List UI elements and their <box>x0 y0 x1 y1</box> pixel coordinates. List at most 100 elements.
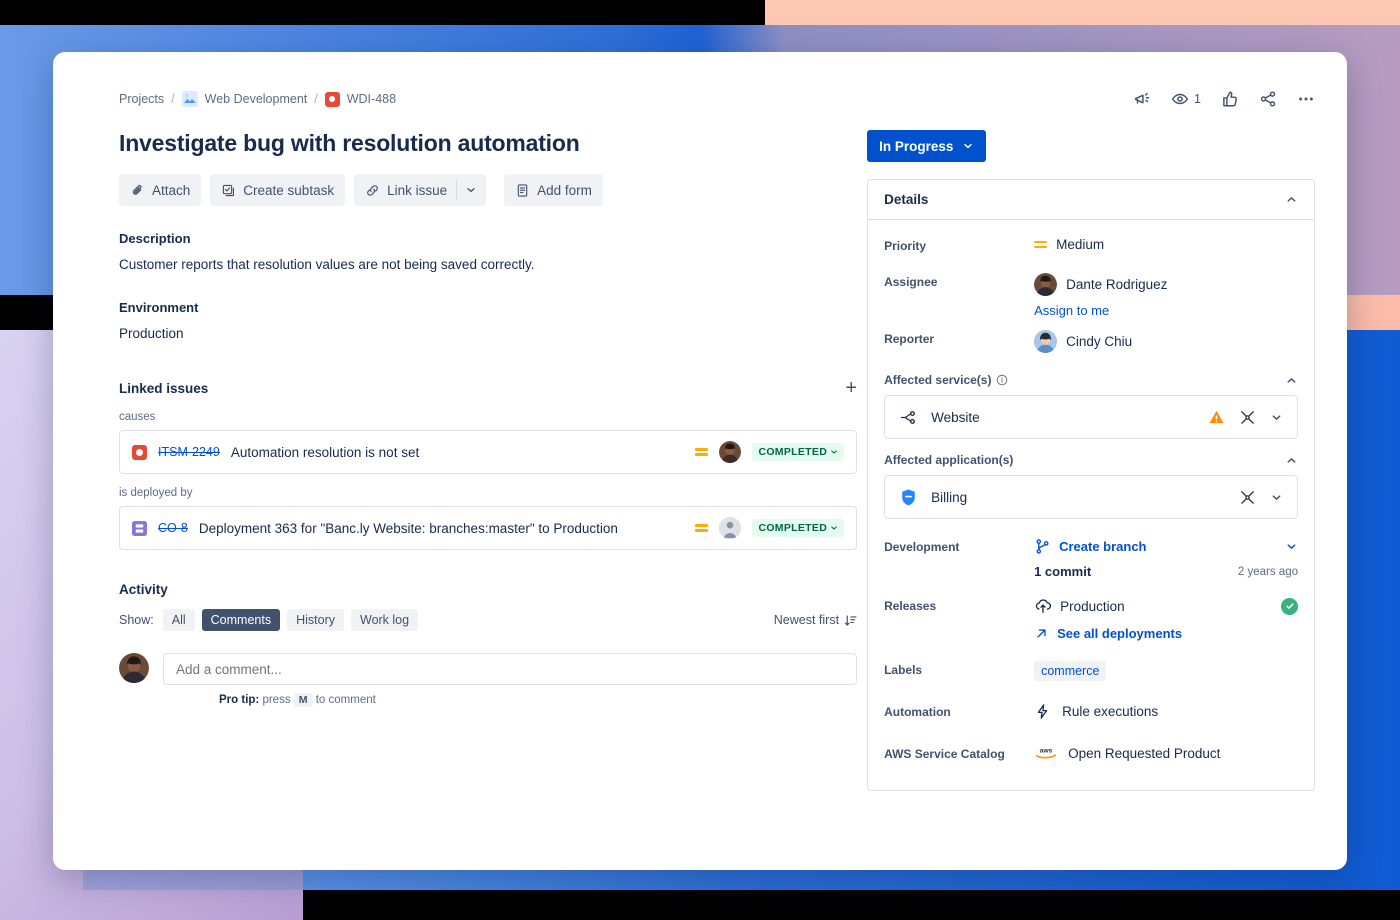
svg-text:aws: aws <box>1040 748 1053 755</box>
create-subtask-label: Create subtask <box>243 182 335 198</box>
sort-order-button[interactable]: Newest first <box>774 613 857 627</box>
releases-label: Releases <box>884 599 937 613</box>
field-automation: Automation Rule executions <box>884 696 1298 732</box>
branch-icon <box>1034 538 1051 555</box>
details-panel-header[interactable]: Details <box>868 180 1314 220</box>
activity-filter-comments[interactable]: Comments <box>201 609 281 631</box>
share-icon[interactable] <box>1259 90 1277 108</box>
label-tag[interactable]: commerce <box>1034 661 1107 681</box>
link-relation-label: is deployed by <box>119 487 193 499</box>
activity-filter-history[interactable]: History <box>287 609 344 631</box>
form-icon <box>515 183 530 198</box>
chevron-up-icon[interactable] <box>1285 454 1298 467</box>
assignee-value: Dante Rodriguez <box>1066 277 1168 292</box>
details-panel-title: Details <box>884 192 929 207</box>
field-labels: Labels commerce <box>884 654 1298 690</box>
chevron-up-icon[interactable] <box>1285 374 1298 387</box>
link-issue-dropdown-button[interactable] <box>456 174 487 206</box>
avatar[interactable] <box>719 441 742 463</box>
breadcrumb-separator-1: / <box>171 92 175 106</box>
priority-value-control[interactable]: Medium <box>1034 235 1298 252</box>
protip-key: M <box>293 693 313 707</box>
link-icon <box>365 183 380 198</box>
aws-value[interactable]: Open Requested Product <box>1068 746 1220 761</box>
add-form-button[interactable]: Add form <box>504 174 603 206</box>
breadcrumb-project[interactable]: Web Development <box>205 92 308 106</box>
chevron-up-icon[interactable] <box>1285 193 1298 206</box>
chevron-down-icon[interactable] <box>1270 491 1283 504</box>
create-branch-link[interactable]: Create branch <box>1059 539 1146 554</box>
bug-icon <box>324 91 340 107</box>
activity-filter-worklog[interactable]: Work log <box>351 609 419 631</box>
pro-tip: Pro tip: press M to comment <box>219 693 857 707</box>
status-badge[interactable]: COMPLETED <box>752 443 845 461</box>
deployment-icon <box>132 520 147 536</box>
assignee-value-control[interactable]: Dante Rodriguez Assign to me <box>1034 271 1298 318</box>
linked-issue-key[interactable]: ITSM-2249 <box>158 445 220 459</box>
commit-count[interactable]: 1 commit <box>1034 564 1091 579</box>
comment-input[interactable] <box>163 653 858 685</box>
automation-value[interactable]: Rule executions <box>1062 704 1158 719</box>
issue-toolbar: Attach Create subtask Link issue Add for… <box>119 174 857 206</box>
chevron-down-icon[interactable] <box>1285 540 1298 553</box>
field-reporter: Reporter Cindy Chiu <box>884 323 1298 359</box>
field-development: Development Create branch 1 commit 2 yea… <box>884 531 1298 584</box>
avatar[interactable] <box>1034 330 1058 353</box>
affected-application-name: Billing <box>931 489 968 505</box>
attach-button[interactable]: Attach <box>119 174 202 206</box>
affected-applications-header: Affected application(s) <box>884 453 1298 467</box>
status-badge-label: COMPLETED <box>758 446 828 458</box>
link-issue-button[interactable]: Link issue <box>354 174 457 206</box>
linked-issue-row[interactable]: ITSM-2249 Automation resolution is not s… <box>119 430 858 474</box>
status-badge-label: COMPLETED <box>758 522 828 534</box>
release-success-icon <box>1281 597 1298 615</box>
status-badge[interactable]: COMPLETED <box>752 519 845 537</box>
breadcrumb-issue-key[interactable]: WDI-488 <box>347 92 396 106</box>
status-dropdown-button[interactable]: In Progress <box>867 130 987 162</box>
commit-time: 2 years ago <box>1237 565 1298 578</box>
issue-view-card: Projects / Web Development / WDI-488 1 I… <box>53 52 1347 870</box>
linked-issue-row[interactable]: CO-8 Deployment 363 for "Banc.ly Website… <box>119 506 858 550</box>
link-issue-label: Link issue <box>387 182 448 198</box>
priority-value: Medium <box>1056 237 1105 252</box>
add-linked-issue-button[interactable]: + <box>845 378 857 398</box>
breadcrumb-projects[interactable]: Projects <box>119 92 164 106</box>
priority-medium-icon <box>1034 240 1048 249</box>
see-all-deployments-link[interactable]: See all deployments <box>1057 626 1182 641</box>
create-subtask-button[interactable]: Create subtask <box>210 174 346 206</box>
watch-action[interactable]: 1 <box>1171 90 1201 108</box>
field-assignee: Assignee Dante Rodriguez Assign to me <box>884 266 1298 323</box>
affected-application-row[interactable]: Billing <box>884 475 1298 519</box>
avatar-unassigned[interactable] <box>719 517 742 539</box>
linked-issue-key[interactable]: CO-8 <box>158 521 188 535</box>
assign-to-me-link[interactable]: Assign to me <box>1034 303 1109 318</box>
warning-icon[interactable] <box>1208 409 1225 426</box>
issue-main-column: Investigate bug with resolution automati… <box>67 130 858 791</box>
affected-service-row[interactable]: Website <box>884 395 1298 439</box>
linked-issues-header: Linked issues + <box>119 378 857 398</box>
status-label: In Progress <box>879 138 954 154</box>
priority-label: Priority <box>884 239 927 253</box>
assignee-label: Assignee <box>884 275 938 289</box>
protip-prefix: Pro tip: <box>219 694 260 706</box>
dependencies-icon[interactable] <box>1238 488 1257 507</box>
affected-service-name: Website <box>931 409 980 425</box>
sort-descending-icon <box>844 614 857 627</box>
avatar[interactable] <box>119 653 149 683</box>
screenshot-stage: Projects / Web Development / WDI-488 1 I… <box>0 0 1400 920</box>
chevron-down-icon[interactable] <box>1270 411 1283 424</box>
activity-filter-all[interactable]: All <box>162 609 195 631</box>
like-icon[interactable] <box>1221 90 1239 108</box>
priority-medium-icon <box>695 524 709 532</box>
issue-header-bar: Projects / Web Development / WDI-488 1 <box>67 90 1315 108</box>
reporter-value-control[interactable]: Cindy Chiu <box>1034 328 1298 353</box>
give-feedback-icon[interactable] <box>1133 90 1151 108</box>
info-icon[interactable] <box>996 374 1008 386</box>
attach-icon <box>130 183 145 198</box>
issue-sidebar: In Progress Details Priority Medium Assi… <box>857 130 1315 791</box>
dependencies-icon[interactable] <box>1238 408 1257 427</box>
chevron-down-icon <box>962 140 974 152</box>
release-name[interactable]: Production <box>1060 599 1125 614</box>
more-actions-icon[interactable] <box>1297 90 1315 108</box>
avatar[interactable] <box>1034 273 1058 296</box>
